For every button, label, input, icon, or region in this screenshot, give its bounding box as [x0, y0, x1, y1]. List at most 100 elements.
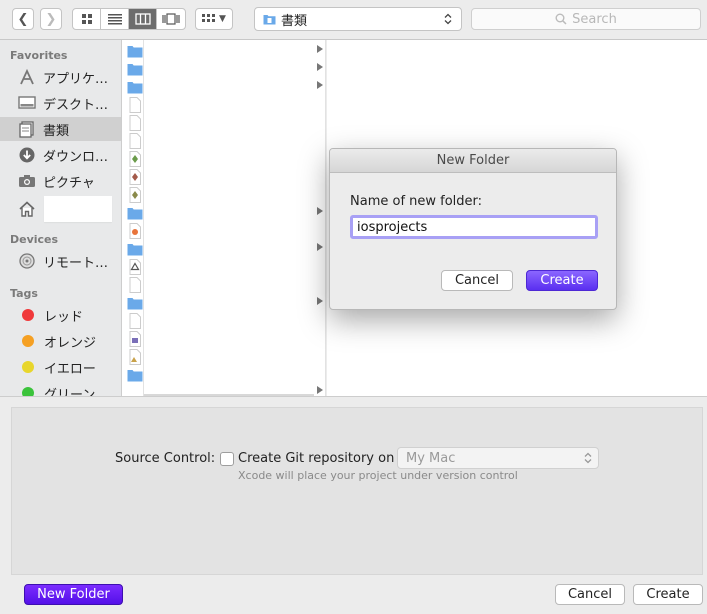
sidebar-item-label: デスクト…	[43, 97, 109, 113]
document-icon	[129, 133, 141, 149]
repository-location-select[interactable]: My Mac	[397, 447, 599, 469]
dialog-title: New Folder	[330, 149, 616, 173]
devices-header: Devices	[10, 233, 59, 246]
folder-icon	[127, 82, 143, 94]
script-file-icon	[129, 187, 141, 203]
script-file-icon	[129, 151, 141, 167]
dialog-prompt: Name of new folder:	[350, 194, 483, 209]
sidebar: Favorites アプリケ… デスクト… 書類 ダウンロ… ピクチャ Devi…	[0, 40, 122, 396]
arrange-menu-button[interactable]: ▼	[195, 8, 233, 30]
grid-icon	[81, 14, 92, 24]
create-button[interactable]: Create	[633, 584, 703, 605]
columns-icon	[134, 13, 151, 25]
tag-dot-red	[22, 309, 34, 321]
file-icon-column[interactable]	[122, 40, 144, 396]
script-file-icon	[129, 169, 141, 185]
updown-arrows-icon	[584, 452, 592, 464]
applications-icon	[18, 68, 36, 86]
disclosure-arrow-icon[interactable]	[317, 243, 323, 251]
disclosure-arrow-icon[interactable]	[317, 63, 323, 71]
dialog-cancel-button[interactable]: Cancel	[441, 270, 513, 291]
repository-location-value: My Mac	[406, 450, 456, 466]
list-view-button[interactable]	[101, 9, 129, 29]
folder-icon	[127, 208, 143, 220]
sidebar-item-label: グリーン	[44, 387, 96, 397]
tag-dot-yellow	[22, 361, 34, 373]
back-button[interactable]: ❮	[12, 8, 34, 30]
icon-view-button[interactable]	[73, 9, 101, 29]
file-name-column[interactable]	[144, 40, 314, 396]
image-file-icon	[129, 349, 141, 365]
favorites-header: Favorites	[10, 49, 68, 62]
sidebar-item-documents[interactable]: 書類	[0, 117, 121, 141]
sidebar-item-downloads[interactable]: ダウンロ…	[0, 143, 121, 167]
path-popup[interactable]: 書類	[254, 7, 462, 31]
options-pane: Source Control: Create Git repository on…	[0, 396, 707, 614]
view-mode-control	[72, 8, 186, 30]
folder-icon	[127, 46, 143, 58]
disclosure-arrow-icon[interactable]	[317, 297, 323, 305]
sidebar-item-desktop[interactable]: デスクト…	[0, 91, 121, 115]
remote-disc-icon	[18, 252, 36, 270]
tags-header: Tags	[10, 287, 38, 300]
folder-icon	[127, 64, 143, 76]
unity-file-icon	[129, 259, 141, 275]
column-view-button[interactable]	[129, 9, 157, 29]
cancel-button[interactable]: Cancel	[555, 584, 625, 605]
tag-dot-orange	[22, 335, 34, 347]
git-checkbox-label[interactable]: Create Git repository on	[238, 451, 394, 466]
arrange-grid-icon	[202, 14, 216, 22]
sidebar-item-label: ピクチャ	[43, 175, 95, 191]
search-icon	[555, 13, 567, 25]
downloads-icon	[18, 146, 36, 164]
folder-icon	[127, 370, 143, 382]
sidebar-item-pictures[interactable]: ピクチャ	[0, 169, 121, 193]
dialog-create-button[interactable]: Create	[526, 270, 598, 291]
new-folder-button[interactable]: New Folder	[24, 584, 123, 605]
disclosure-arrow-icon[interactable]	[317, 386, 323, 394]
camera-icon	[18, 172, 36, 190]
forward-button[interactable]: ❯	[40, 8, 62, 30]
sidebar-item-label: オレンジ	[44, 335, 97, 351]
home-icon	[18, 200, 36, 218]
document-icon	[129, 313, 141, 329]
search-placeholder: Search	[572, 11, 617, 27]
tag-dot-green	[22, 387, 34, 396]
toolbar: ❮ ❯ ▼ 書類 Search	[0, 0, 707, 40]
chevron-right-icon: ❯	[45, 11, 57, 27]
documents-icon	[18, 120, 36, 138]
sidebar-item-applications[interactable]: アプリケ…	[0, 65, 121, 89]
sidebar-item-label: リモート…	[43, 255, 109, 271]
disclosure-arrow-icon[interactable]	[317, 81, 323, 89]
new-folder-dialog: New Folder Name of new folder: iosprojec…	[329, 148, 617, 310]
path-popup-label: 書類	[281, 13, 308, 29]
coverflow-view-button[interactable]	[157, 9, 185, 29]
sidebar-item-label: 書類	[43, 123, 70, 139]
sidebar-item-tag-yellow[interactable]: イエロー	[0, 355, 121, 379]
disclosure-arrow-icon[interactable]	[317, 207, 323, 215]
sidebar-item-tag-green[interactable]: グリーン	[0, 381, 121, 396]
sidebar-item-label: ダウンロ…	[43, 149, 109, 165]
web-file-icon	[129, 223, 141, 239]
chevron-down-icon: ▼	[219, 14, 226, 24]
sidebar-item-tag-orange[interactable]: オレンジ	[0, 329, 121, 353]
document-folder-icon	[263, 15, 276, 25]
git-repository-checkbox[interactable]	[220, 452, 234, 466]
folder-name-input[interactable]: iosprojects	[350, 215, 598, 239]
document-icon	[129, 115, 141, 131]
disclosure-arrow-icon[interactable]	[317, 45, 323, 53]
folder-icon	[127, 244, 143, 256]
sidebar-item-tag-red[interactable]: レッド	[0, 303, 121, 327]
sidebar-item-home[interactable]	[0, 195, 121, 223]
folder-name-value: iosprojects	[357, 219, 428, 235]
document-icon	[129, 97, 141, 113]
search-field[interactable]: Search	[471, 8, 701, 30]
coverflow-icon	[162, 13, 180, 25]
sidebar-item-label: イエロー	[44, 361, 96, 377]
list-icon	[107, 14, 122, 25]
python-file-icon	[129, 331, 141, 347]
chevron-left-icon: ❮	[17, 11, 29, 27]
sidebar-item-label: レッド	[44, 309, 84, 325]
sidebar-item-remote-disc[interactable]: リモート…	[0, 249, 121, 273]
document-icon	[129, 277, 141, 293]
